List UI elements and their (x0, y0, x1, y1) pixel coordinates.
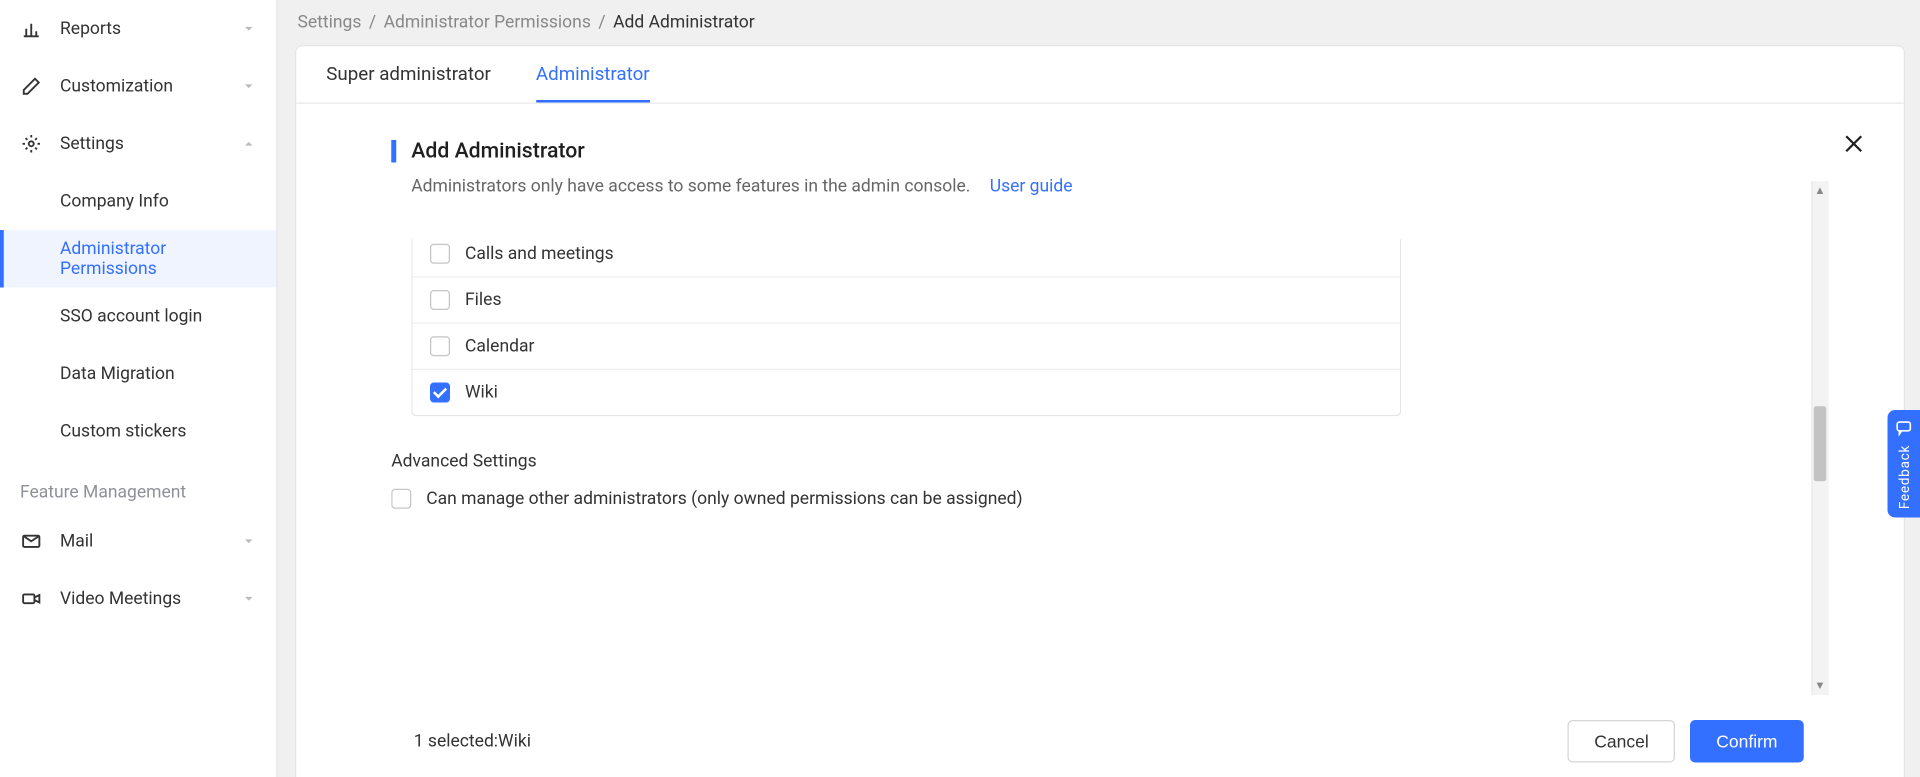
sidebar-label: SSO account login (60, 306, 256, 326)
subtitle-text: Administrators only have access to some … (411, 176, 970, 196)
breadcrumb-separator: / (598, 13, 605, 33)
pencil-icon (20, 75, 43, 98)
checkbox-files[interactable] (430, 290, 450, 310)
permission-label: Calendar (465, 336, 534, 356)
content-panel: Super administrator Administrator Add Ad… (295, 45, 1905, 777)
sidebar-label: Customization (60, 76, 241, 96)
bar-chart-icon (20, 18, 43, 41)
permissions-box: Calls and meetings Files Calendar W (411, 239, 1401, 417)
breadcrumb: Settings / Administrator Permissions / A… (278, 0, 1920, 45)
sidebar-label: Video Meetings (60, 589, 241, 609)
sidebar-item-company-info[interactable]: Company Info (0, 173, 276, 231)
tab-super-administrator[interactable]: Super administrator (326, 48, 491, 103)
sidebar-label: Custom stickers (60, 421, 256, 441)
selected-summary: 1 selected:Wiki (391, 731, 531, 751)
permission-row[interactable]: Files (413, 276, 1401, 322)
checkbox-wiki[interactable] (430, 383, 450, 403)
permission-label: Wiki (465, 383, 498, 403)
feedback-icon (1895, 419, 1913, 440)
breadcrumb-separator: / (369, 13, 376, 33)
gear-icon (20, 133, 43, 156)
page-subtitle: Administrators only have access to some … (391, 176, 1809, 196)
feedback-tab[interactable]: Feedback (1888, 410, 1920, 518)
page-title: Add Administrator (411, 139, 585, 164)
advanced-option-label: Can manage other administrators (only ow… (426, 489, 1022, 509)
sidebar-item-video-meetings[interactable]: Video Meetings (0, 570, 276, 628)
sidebar-label: Settings (60, 134, 241, 154)
tabs: Super administrator Administrator (296, 46, 1904, 104)
tab-administrator[interactable]: Administrator (536, 48, 650, 103)
sidebar-item-sso-account-login[interactable]: SSO account login (0, 288, 276, 346)
main-area: Settings / Administrator Permissions / A… (278, 0, 1920, 777)
sidebar-label: Company Info (60, 191, 256, 211)
close-button[interactable] (1836, 126, 1871, 161)
user-guide-link[interactable]: User guide (990, 176, 1073, 196)
scroll-thumb[interactable] (1814, 406, 1827, 481)
checkbox-calls-and-meetings[interactable] (430, 244, 450, 264)
sidebar-label: Reports (60, 19, 241, 39)
scroll-arrow-down-icon[interactable]: ▼ (1811, 677, 1829, 695)
sidebar-item-settings[interactable]: Settings (0, 115, 276, 173)
close-icon (1841, 131, 1866, 156)
advanced-setting-row[interactable]: Can manage other administrators (only ow… (391, 489, 1421, 509)
breadcrumb-item-current: Add Administrator (613, 13, 755, 33)
breadcrumb-item[interactable]: Administrator Permissions (384, 13, 591, 33)
video-icon (20, 588, 43, 611)
chevron-up-icon (241, 136, 256, 151)
footer: 1 selected:Wiki Cancel Confirm (391, 719, 1854, 762)
permission-label: Files (465, 290, 502, 310)
sidebar-section-feature-management: Feature Management (0, 460, 276, 513)
permission-label: Calls and meetings (465, 244, 614, 264)
sidebar-item-mail[interactable]: Mail (0, 513, 276, 571)
sidebar-label: Mail (60, 531, 241, 551)
advanced-settings-title: Advanced Settings (391, 451, 1421, 471)
sidebar-label: Data Migration (60, 364, 256, 384)
chevron-down-icon (241, 21, 256, 36)
sidebar-item-administrator-permissions[interactable]: Administrator Permissions (0, 230, 276, 288)
permission-row[interactable]: Calls and meetings (413, 239, 1401, 277)
permission-row[interactable]: Calendar (413, 323, 1401, 369)
permission-row[interactable]: Wiki (413, 369, 1401, 415)
permissions-scroll-area: Calls and meetings Files Calendar W (391, 239, 1421, 695)
sidebar-item-reports[interactable]: Reports (0, 0, 276, 58)
feedback-label: Feedback (1896, 445, 1912, 509)
sidebar-item-customization[interactable]: Customization (0, 58, 276, 116)
breadcrumb-item[interactable]: Settings (298, 13, 362, 33)
checkbox-manage-other-admins[interactable] (391, 489, 411, 509)
checkbox-calendar[interactable] (430, 336, 450, 356)
sidebar: Reports Customization Settings Compa (0, 0, 278, 777)
confirm-button[interactable]: Confirm (1690, 719, 1804, 762)
chevron-down-icon (241, 591, 256, 606)
sidebar-label: Administrator Permissions (60, 239, 256, 279)
scrollbar[interactable]: ▲ ▼ (1811, 181, 1829, 694)
chevron-down-icon (241, 534, 256, 549)
cancel-button[interactable]: Cancel (1568, 719, 1675, 762)
sidebar-item-data-migration[interactable]: Data Migration (0, 345, 276, 403)
scroll-arrow-up-icon[interactable]: ▲ (1811, 181, 1829, 199)
sidebar-item-custom-stickers[interactable]: Custom stickers (0, 403, 276, 461)
envelope-icon (20, 530, 43, 553)
chevron-down-icon (241, 79, 256, 94)
title-mark (391, 140, 396, 163)
content-body: Add Administrator Administrators only ha… (296, 104, 1904, 777)
advanced-settings-section: Advanced Settings Can manage other admin… (391, 451, 1421, 509)
